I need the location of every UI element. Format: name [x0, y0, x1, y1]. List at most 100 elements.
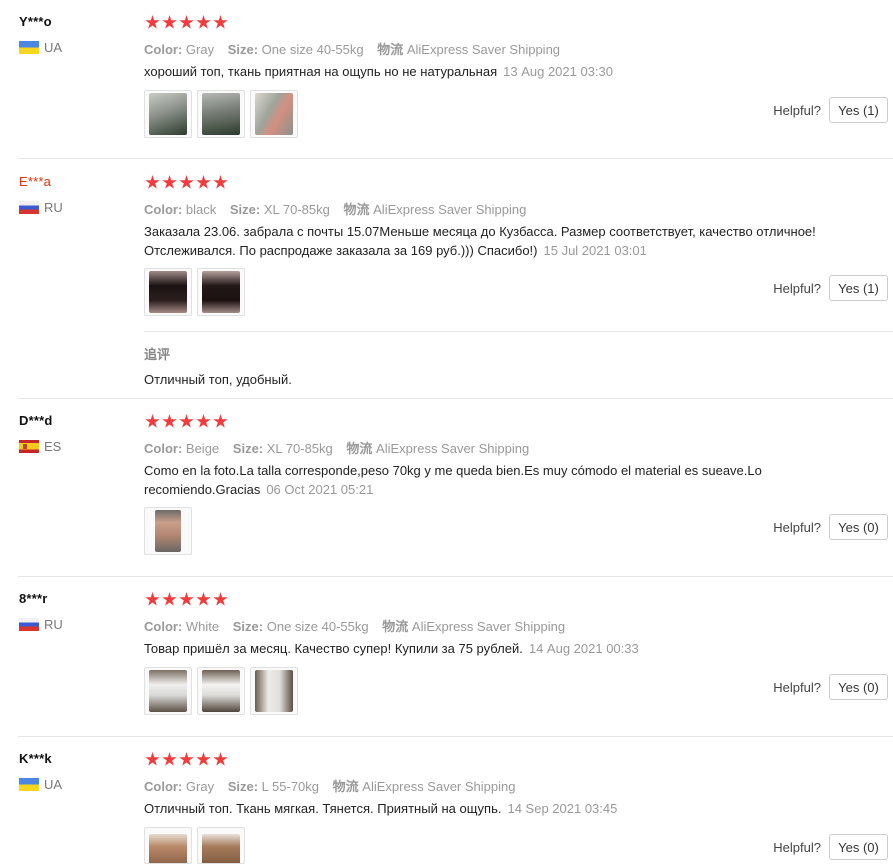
divider [18, 576, 893, 577]
size-value: One size 40-55kg [261, 42, 364, 57]
helpful-section: Helpful? Yes (0) [773, 514, 888, 540]
shipping-value: AliExpress Saver Shipping [373, 202, 527, 217]
star-icon [162, 592, 177, 606]
review-date: 13 Aug 2021 03:30 [503, 64, 614, 79]
star-icon [196, 414, 211, 428]
sku-info: Color: White Size: One size 40-55kg 物流 A… [144, 616, 565, 635]
star-icon [145, 175, 160, 189]
divider [18, 158, 893, 159]
country-code: RU [44, 617, 63, 632]
review-photo-thumbnail[interactable] [144, 667, 192, 715]
star-rating [145, 15, 228, 30]
review-content: Отличный топ. Ткань мягкая. Тянется. При… [144, 801, 502, 816]
helpful-yes-button[interactable]: Yes (0) [829, 514, 888, 540]
size-label: Size: [232, 441, 264, 456]
sku-info: Color: Gray Size: L 55-70kg 物流 AliExpres… [144, 776, 515, 795]
star-icon [145, 752, 160, 766]
color-label: Color: [144, 779, 183, 794]
star-icon [145, 414, 160, 428]
review-photo-thumbnail[interactable] [197, 827, 245, 864]
review-photo-thumbnail[interactable] [197, 90, 245, 138]
helpful-yes-button[interactable]: Yes (1) [829, 275, 888, 301]
helpful-label: Helpful? [773, 102, 821, 118]
star-rating [145, 752, 228, 767]
additional-review-text: Отличный топ, удобный. [144, 372, 292, 387]
divider [18, 398, 893, 399]
star-icon [179, 752, 194, 766]
review-photos [144, 507, 192, 555]
star-icon [213, 414, 228, 428]
color-label: Color: [144, 42, 183, 57]
reviewer-country: UA [19, 40, 62, 55]
star-icon [162, 15, 177, 29]
shipping-value: AliExpress Saver Shipping [362, 779, 516, 794]
helpful-yes-button[interactable]: Yes (0) [829, 674, 888, 700]
reviewer-country: RU [19, 200, 63, 215]
logistics-label: 物流 [343, 202, 370, 217]
country-code: UA [44, 40, 63, 55]
color-value: White [185, 619, 220, 634]
helpful-label: Helpful? [773, 679, 821, 695]
review-photo-thumbnail[interactable] [144, 90, 192, 138]
review-photo-thumbnail[interactable] [250, 90, 298, 138]
color-label: Color: [144, 619, 183, 634]
star-icon [196, 752, 211, 766]
star-icon [162, 175, 177, 189]
helpful-label: Helpful? [773, 839, 821, 855]
size-label: Size: [227, 779, 259, 794]
size-value: L 55-70kg [261, 779, 320, 794]
review-photo-thumbnail[interactable] [250, 667, 298, 715]
sku-info: Color: Beige Size: XL 70-85kg 物流 AliExpr… [144, 438, 529, 457]
review-photos [144, 268, 245, 316]
color-value: Beige [185, 441, 220, 456]
logistics-label: 物流 [332, 779, 359, 794]
review-text: Заказала 23.06. забрала с почты 15.07Мен… [144, 222, 849, 260]
logistics-label: 物流 [346, 441, 373, 456]
helpful-label: Helpful? [773, 519, 821, 535]
shipping-value: AliExpress Saver Shipping [406, 42, 561, 57]
review-date: 15 Jul 2021 03:01 [543, 243, 647, 258]
review-photo-thumbnail[interactable] [144, 268, 192, 316]
color-label: Color: [144, 202, 183, 217]
reviewer-country: RU [19, 617, 63, 632]
review-photo-thumbnail[interactable] [197, 667, 245, 715]
review-photos [144, 667, 298, 715]
review-text: Товар пришёл за месяц. Качество супер! К… [144, 639, 864, 658]
review-content: хороший топ, ткань приятная на ощупь но … [144, 64, 498, 79]
review-date: 14 Sep 2021 03:45 [507, 801, 618, 816]
helpful-label: Helpful? [773, 280, 821, 296]
color-value: Gray [185, 42, 215, 57]
divider [18, 736, 893, 737]
helpful-section: Helpful? Yes (0) [773, 674, 888, 700]
star-icon [196, 175, 211, 189]
review-photo-thumbnail[interactable] [197, 268, 245, 316]
review-content: Como en la foto.La talla corresponde,pes… [144, 463, 762, 497]
color-label: Color: [144, 441, 183, 456]
review-date: 06 Oct 2021 05:21 [266, 482, 374, 497]
size-label: Size: [227, 42, 259, 57]
logistics-label: 物流 [377, 42, 404, 57]
country-code: UA [44, 777, 63, 792]
reviewer-name: K***k [19, 751, 52, 766]
divider [144, 331, 893, 332]
ukraine-flag-icon [19, 41, 39, 54]
helpful-yes-button[interactable]: Yes (0) [829, 834, 888, 860]
review-photo-thumbnail[interactable] [144, 507, 192, 555]
star-icon [179, 414, 194, 428]
spain-flag-icon [19, 440, 39, 453]
helpful-yes-button[interactable]: Yes (1) [829, 97, 888, 123]
review-content: Заказала 23.06. забрала с почты 15.07Мен… [144, 224, 816, 258]
shipping-value: AliExpress Saver Shipping [411, 619, 566, 634]
sku-info: Color: black Size: XL 70-85kg 物流 AliExpr… [144, 199, 526, 218]
helpful-section: Helpful? Yes (1) [773, 275, 888, 301]
review-photos [144, 90, 298, 138]
size-value: XL 70-85kg [266, 441, 333, 456]
review-photo-thumbnail[interactable] [144, 827, 192, 864]
star-icon [179, 592, 194, 606]
shipping-value: AliExpress Saver Shipping [376, 441, 530, 456]
star-icon [213, 592, 228, 606]
reviewer-country: UA [19, 777, 62, 792]
country-code: RU [44, 200, 63, 215]
reviewer-name: Y***o [19, 14, 52, 29]
review-text: хороший топ, ткань приятная на ощупь но … [144, 62, 864, 81]
